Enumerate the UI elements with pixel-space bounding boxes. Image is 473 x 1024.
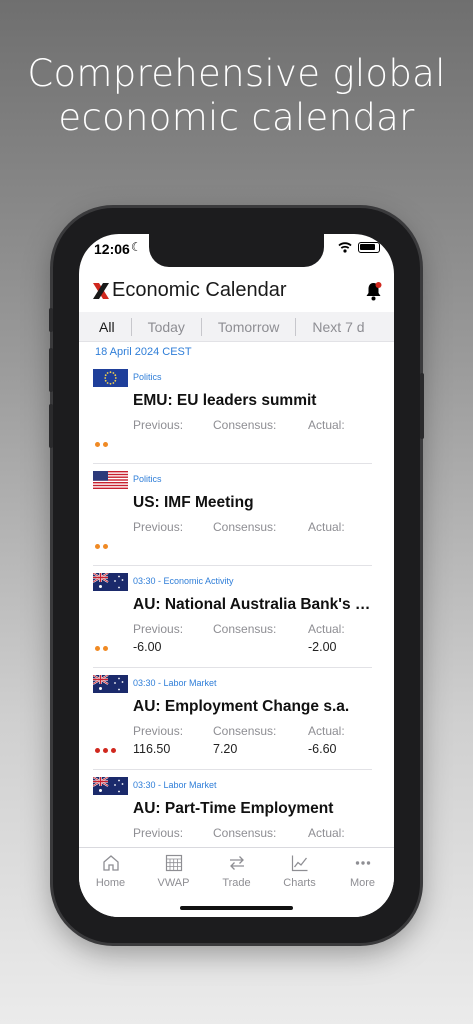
volume-up-button: [49, 348, 53, 392]
consensus-label: Consensus:: [213, 622, 277, 636]
eu-flag-icon: [93, 369, 128, 387]
previous-label: Previous:: [133, 520, 184, 534]
grid-icon: [165, 854, 182, 872]
filter-tabs: All Today Tomorrow Next 7 d: [79, 312, 394, 342]
actual-value: -2.00: [308, 640, 337, 654]
tabbar-label: VWAP: [157, 877, 190, 889]
consensus-label: Consensus:: [213, 520, 277, 534]
event-title: AU: National Australia Bank's Business C…: [133, 596, 381, 613]
actual-label: Actual:: [308, 826, 345, 840]
actual-label: Actual:: [308, 418, 345, 432]
impact-dot: [111, 748, 116, 753]
impact-dot: [95, 544, 100, 549]
notch: [149, 234, 324, 267]
moon-icon: ☾: [131, 240, 142, 254]
tab-next-7-days[interactable]: Next 7 d: [296, 319, 380, 335]
actual-label: Actual:: [308, 622, 345, 636]
tab-tomorrow[interactable]: Tomorrow: [202, 319, 295, 335]
phone-screen: 12:06 ☾ Economic Calendar All Today Tomo…: [79, 234, 394, 917]
promo-headline: Comprehensive global economic calendar: [0, 52, 473, 140]
date-label: 18 April 2024 CEST: [95, 346, 192, 358]
app-header: Economic Calendar: [79, 277, 394, 307]
previous-label: Previous:: [133, 622, 184, 636]
impact-indicator: [95, 748, 116, 753]
impact-dot: [103, 544, 108, 549]
previous-label: Previous:: [133, 418, 184, 432]
tab-all[interactable]: All: [79, 319, 131, 335]
event-category: Politics: [133, 372, 162, 382]
previous-label: Previous:: [133, 826, 184, 840]
event-row[interactable]: Politics EMU: EU leaders summit Previous…: [79, 362, 394, 464]
phone-frame: 12:06 ☾ Economic Calendar All Today Tomo…: [49, 208, 424, 943]
impact-dot: [103, 748, 108, 753]
consensus-label: Consensus:: [213, 724, 277, 738]
home-indicator: [180, 906, 293, 910]
headline-line-2: economic calendar: [58, 96, 415, 139]
tabbar-label: Home: [95, 877, 126, 889]
event-category: 03:30 - Labor Market: [133, 780, 217, 790]
consensus-label: Consensus:: [213, 826, 277, 840]
consensus-value: 7.20: [213, 742, 238, 756]
power-button: [420, 373, 424, 439]
tab-today[interactable]: Today: [132, 319, 201, 335]
impact-indicator: [95, 544, 108, 549]
battery-icon: [358, 241, 380, 253]
event-list: Politics EMU: EU leaders summit Previous…: [79, 362, 394, 872]
au-flag-icon: [93, 573, 128, 591]
bell-icon[interactable]: [365, 281, 382, 301]
event-row[interactable]: 03:30 - Labor Market AU: Employment Chan…: [79, 668, 394, 770]
headline-line-1: Comprehensive global: [27, 52, 446, 95]
impact-indicator: [95, 442, 108, 447]
event-title: US: IMF Meeting: [133, 494, 254, 511]
x-logo-icon: [93, 283, 109, 299]
event-row[interactable]: Politics US: IMF Meeting Previous: Conse…: [79, 464, 394, 566]
previous-value: -6.00: [133, 640, 162, 654]
chart-icon: [291, 855, 307, 872]
au-flag-icon: [93, 675, 128, 693]
event-category: 03:30 - Labor Market: [133, 678, 217, 688]
event-title: EMU: EU leaders summit: [133, 392, 317, 409]
impact-dot: [103, 442, 108, 447]
tabbar-item-more[interactable]: More: [331, 848, 394, 917]
volume-down-button: [49, 404, 53, 448]
event-row[interactable]: 03:30 - Economic Activity AU: National A…: [79, 566, 394, 668]
home-icon: [102, 855, 119, 871]
tabbar-label: Trade: [222, 877, 251, 889]
actual-value: -6.60: [308, 742, 337, 756]
tabbar-item-home[interactable]: Home: [79, 848, 142, 917]
impact-dot: [95, 442, 100, 447]
swap-arrows-icon: [229, 856, 244, 870]
status-indicators: [338, 241, 380, 253]
impact-dot: [95, 646, 100, 651]
wifi-icon: [338, 242, 352, 253]
consensus-label: Consensus:: [213, 418, 277, 432]
event-category: Politics: [133, 474, 162, 484]
impact-indicator: [95, 646, 108, 651]
impact-dot: [103, 646, 108, 651]
silent-switch: [49, 308, 53, 332]
au-flag-icon: [93, 777, 128, 795]
event-title: AU: Part-Time Employment: [133, 800, 334, 817]
tabbar-label: Charts: [283, 877, 316, 889]
impact-dot: [95, 748, 100, 753]
event-category: 03:30 - Economic Activity: [133, 576, 234, 586]
more-dots-icon: [355, 861, 370, 865]
us-flag-icon: [93, 471, 128, 489]
status-time: 12:06: [94, 241, 130, 257]
page-title: Economic Calendar: [112, 279, 287, 301]
previous-value: 116.50: [133, 742, 171, 756]
tabbar-label: More: [349, 877, 376, 889]
previous-label: Previous:: [133, 724, 184, 738]
actual-label: Actual:: [308, 724, 345, 738]
actual-label: Actual:: [308, 520, 345, 534]
event-title: AU: Employment Change s.a.: [133, 698, 350, 715]
